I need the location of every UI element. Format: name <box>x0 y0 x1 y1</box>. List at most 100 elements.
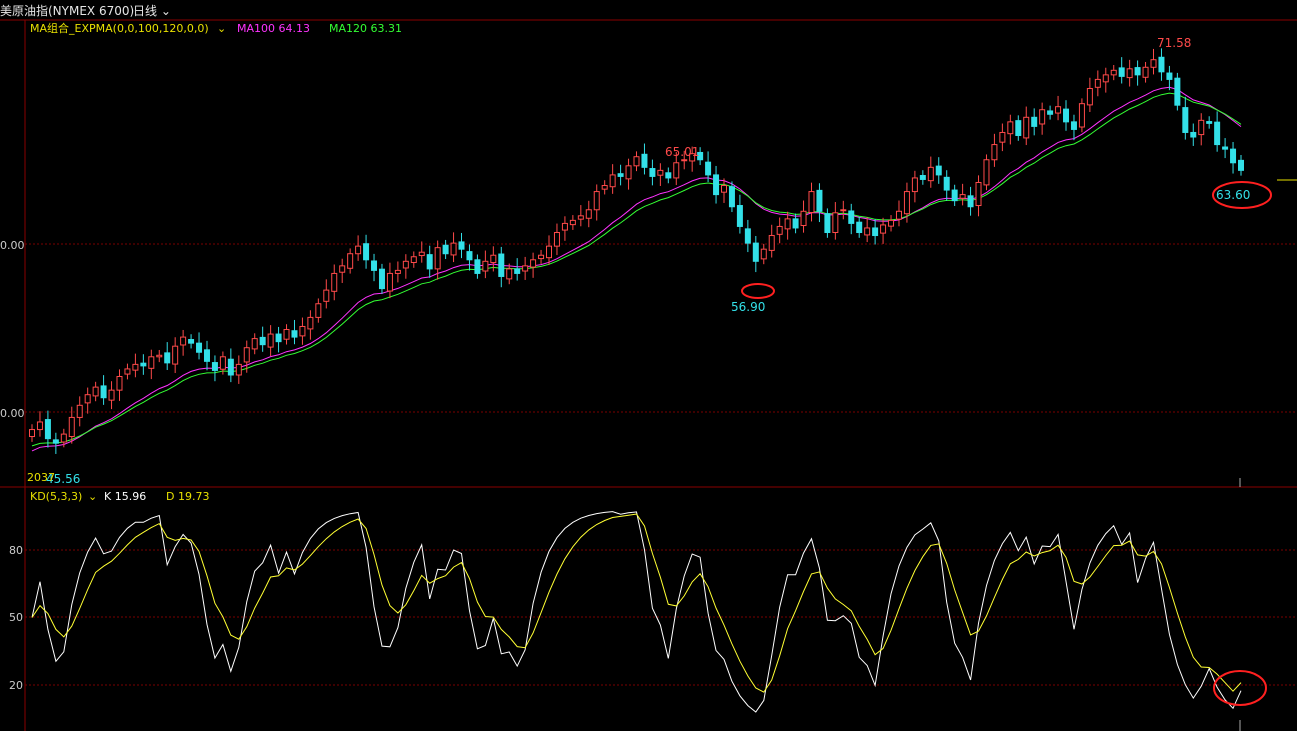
candle-body <box>713 174 720 196</box>
candle-body <box>132 363 139 371</box>
candle-body <box>1031 116 1038 127</box>
candle-body <box>172 345 179 365</box>
candle-body <box>665 172 672 179</box>
indicator-name[interactable]: MA组合_EXPMA(0,0,100,120,0,0) <box>30 21 209 35</box>
candle-body <box>219 356 226 370</box>
candle-body <box>895 210 902 220</box>
candle-body <box>824 213 831 234</box>
candle-body <box>36 421 43 431</box>
candle-body <box>331 272 338 292</box>
candle-body <box>816 189 823 212</box>
chart-canvas[interactable]: 0.00 0.00 80 50 20 MA组合_EXPMA(0,0,100,12… <box>0 0 1297 731</box>
high-price-label: 71.58 <box>1157 36 1191 50</box>
candle-body <box>1166 72 1173 80</box>
candle-body <box>283 329 290 340</box>
candle-body <box>927 166 934 182</box>
candle-body <box>402 260 409 269</box>
candle-body <box>124 368 131 375</box>
candle-body <box>148 356 155 369</box>
candle-body <box>378 268 385 290</box>
candle-body <box>1015 120 1022 136</box>
candle-body <box>347 253 354 269</box>
candle-body <box>760 248 767 260</box>
candle-body <box>736 205 743 227</box>
candle-body <box>1078 103 1085 128</box>
candle-body <box>1102 74 1109 83</box>
candle-body <box>1055 106 1062 114</box>
candle-body <box>1190 131 1197 138</box>
candle-body <box>1238 159 1244 171</box>
candle-body <box>116 376 123 391</box>
candle-body <box>1007 121 1014 135</box>
candle-body <box>856 221 863 234</box>
candle-body <box>681 159 688 162</box>
candle-body <box>434 247 441 270</box>
candle-body <box>943 176 950 191</box>
candle-body <box>720 185 727 193</box>
candle-body <box>188 339 195 344</box>
candle-body <box>808 191 815 213</box>
kd-axis-label: 20 <box>9 679 23 692</box>
candle-body <box>792 218 799 229</box>
candle-body <box>1134 67 1141 76</box>
price-axis-label: 0.00 <box>0 239 25 252</box>
highlight-circle <box>1213 670 1267 706</box>
candle-body <box>561 222 568 231</box>
candle-body <box>275 333 282 343</box>
candle-body <box>935 165 942 176</box>
candle-body <box>585 209 592 219</box>
candle-body <box>872 227 879 237</box>
candle-body <box>211 362 218 371</box>
candle-body <box>641 153 648 168</box>
candle-body <box>164 352 171 364</box>
candle-body <box>553 232 560 247</box>
candle-body <box>1047 110 1054 115</box>
chevron-down-icon[interactable]: ⌄ <box>88 490 97 503</box>
candlesticks <box>29 48 1244 454</box>
kd-axis-label: 50 <box>9 611 23 624</box>
candle-body <box>744 228 751 244</box>
candle-body <box>840 209 847 212</box>
candle-body <box>60 433 67 443</box>
candle-body <box>951 189 958 202</box>
highlight-circle <box>741 283 775 299</box>
kd-indicator-name[interactable]: KD(5,3,3) <box>30 490 82 503</box>
candle-body <box>371 260 378 271</box>
candle-body <box>394 269 401 274</box>
candle-body <box>649 168 656 177</box>
candle-body <box>227 358 234 376</box>
candle-body <box>259 336 266 346</box>
candle-body <box>569 219 576 226</box>
candle-body <box>1118 67 1125 77</box>
kd-axis-label: 80 <box>9 544 23 557</box>
candle-body <box>180 336 187 346</box>
candle-body <box>1214 121 1221 146</box>
chevron-down-icon[interactable]: ⌄ <box>217 22 226 35</box>
ma100-legend: MA100 64.13 <box>237 22 310 35</box>
candle-body <box>983 159 990 186</box>
candle-body <box>601 185 608 190</box>
candle-body <box>307 316 314 330</box>
candle-body <box>418 251 425 257</box>
ma100-line <box>31 86 1242 452</box>
candle-body <box>657 169 664 176</box>
candle-body <box>522 265 529 272</box>
candle-body <box>196 342 203 353</box>
candle-body <box>888 219 895 227</box>
candle-body <box>1182 107 1189 133</box>
candle-body <box>673 162 680 179</box>
d-legend: D 19.73 <box>166 490 209 503</box>
candle-body <box>768 235 775 251</box>
candle-body <box>728 186 735 208</box>
candle-body <box>243 347 250 363</box>
candle-body <box>1039 109 1046 125</box>
candle-body <box>776 225 783 235</box>
candle-body <box>442 244 449 255</box>
candle-body <box>784 218 791 230</box>
candle-body <box>339 265 346 273</box>
candle-body <box>633 156 640 167</box>
candle-body <box>975 181 982 207</box>
candle-body <box>140 362 147 367</box>
candle-body <box>1142 66 1149 78</box>
candle-body <box>291 330 298 338</box>
